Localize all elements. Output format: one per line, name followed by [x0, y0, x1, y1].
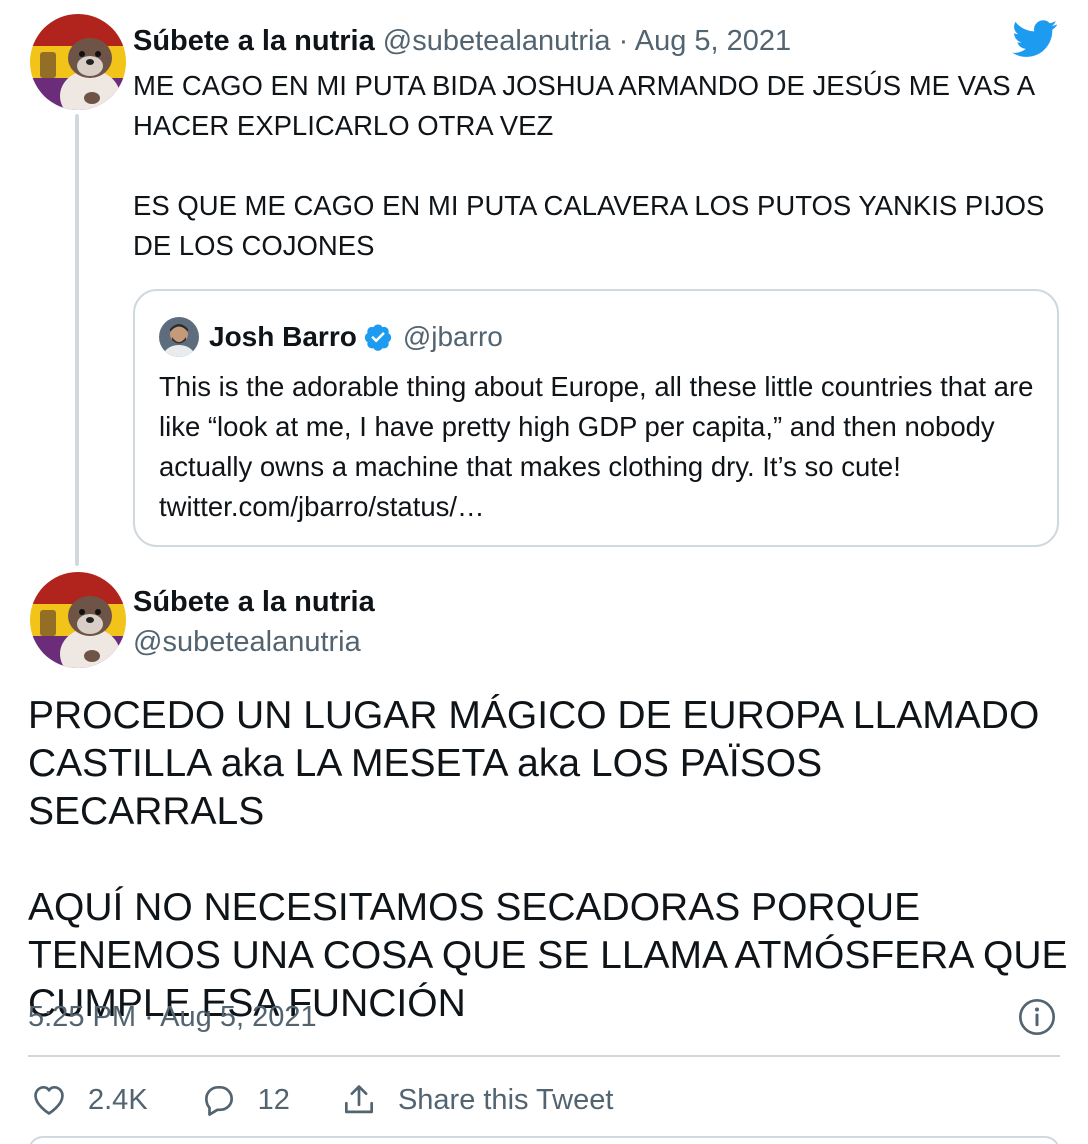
twitter-bird-icon[interactable]	[1012, 20, 1058, 58]
tweet-header: Súbete a la nutria @subetealanutria · Au…	[133, 22, 791, 60]
header-separator: ·	[618, 25, 629, 57]
quoted-tweet-header: Josh Barro @jbarro	[209, 317, 503, 357]
tweet-actions: 2.4K 12 Share this Tweet	[30, 1078, 613, 1122]
otter-avatar-icon	[30, 572, 126, 668]
quoted-avatar[interactable]	[159, 317, 199, 357]
person-avatar-icon	[159, 317, 199, 357]
tweet-paragraph: ME CAGO EN MI PUTA BIDA JOSHUA ARMANDO D…	[133, 70, 1034, 141]
info-icon[interactable]	[1017, 997, 1057, 1037]
avatar[interactable]	[30, 14, 126, 110]
author-handle[interactable]: @subetealanutria	[383, 25, 611, 57]
tweet-text: PROCEDO UN LUGAR MÁGICO DE EUROPA LLAMAD…	[28, 692, 1068, 1028]
author-name[interactable]: Súbete a la nutria	[133, 586, 375, 618]
reply-button[interactable]: 12	[200, 1081, 290, 1119]
verified-badge-icon	[364, 324, 391, 351]
avatar[interactable]	[30, 572, 126, 668]
heart-icon	[34, 1085, 64, 1115]
tweet-text: ME CAGO EN MI PUTA BIDA JOSHUA ARMANDO D…	[133, 66, 1053, 266]
tweet-header: Súbete a la nutria @subetealanutria	[133, 582, 375, 662]
reply-count: 12	[257, 1083, 290, 1116]
tweet-paragraph: PROCEDO UN LUGAR MÁGICO DE EUROPA LLAMAD…	[28, 694, 1040, 833]
divider	[28, 1055, 1060, 1057]
author-handle[interactable]: @subetealanutria	[133, 622, 375, 662]
tweet-paragraph: ES QUE ME CAGO EN MI PUTA CALAVERA LOS P…	[133, 190, 1045, 261]
reply-bubble-icon	[204, 1085, 233, 1116]
author-name[interactable]: Súbete a la nutria	[133, 25, 375, 57]
tweet-timestamp[interactable]: 5:25 PM · Aug 5, 2021	[28, 997, 317, 1037]
like-button[interactable]: 2.4K	[30, 1081, 148, 1119]
share-label: Share this Tweet	[397, 1083, 614, 1116]
otter-avatar-icon	[30, 14, 126, 110]
like-count: 2.4K	[88, 1083, 148, 1116]
quoted-author-handle[interactable]: @jbarro	[403, 317, 503, 357]
share-button[interactable]: Share this Tweet	[340, 1081, 613, 1119]
quoted-tweet-text: This is the adorable thing about Europe,…	[159, 371, 1034, 522]
share-icon	[344, 1085, 373, 1114]
quoted-author-name[interactable]: Josh Barro	[209, 317, 357, 357]
tweet-date[interactable]: Aug 5, 2021	[635, 25, 791, 57]
quoted-tweet-card[interactable]: Josh Barro @jbarro This is the adorable …	[133, 289, 1059, 547]
reply-box-edge[interactable]	[28, 1136, 1060, 1144]
thread-connector-line	[75, 114, 79, 566]
